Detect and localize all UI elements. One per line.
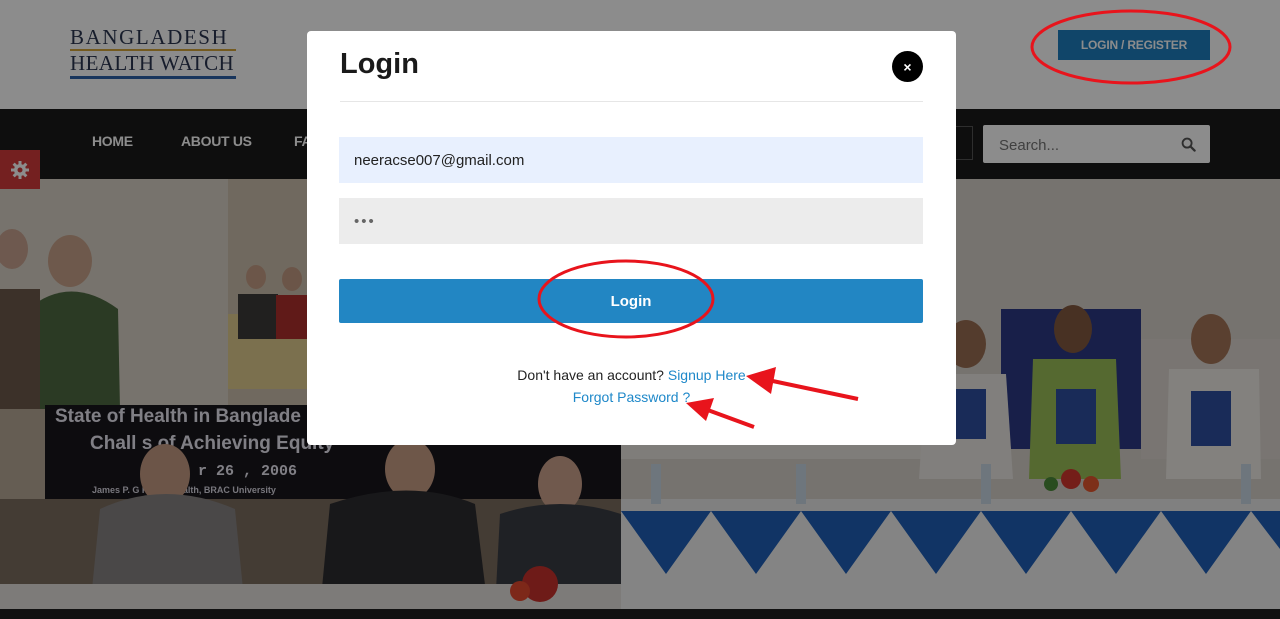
signup-link[interactable]: Signup Here: [668, 367, 746, 383]
password-field[interactable]: [339, 198, 923, 244]
forgot-line: Forgot Password ?: [307, 389, 956, 405]
modal-title: Login: [340, 48, 419, 80]
signup-line: Don't have an account? Signup Here: [307, 367, 956, 383]
login-button[interactable]: Login: [339, 279, 923, 323]
login-modal: Login × Login Don't have an account? Sig…: [307, 31, 956, 445]
no-account-text: Don't have an account?: [517, 367, 664, 383]
close-button[interactable]: ×: [892, 51, 923, 82]
close-icon: ×: [903, 58, 912, 75]
modal-divider: [340, 101, 923, 102]
email-field[interactable]: [339, 137, 923, 183]
forgot-password-link[interactable]: Forgot Password ?: [573, 389, 691, 405]
